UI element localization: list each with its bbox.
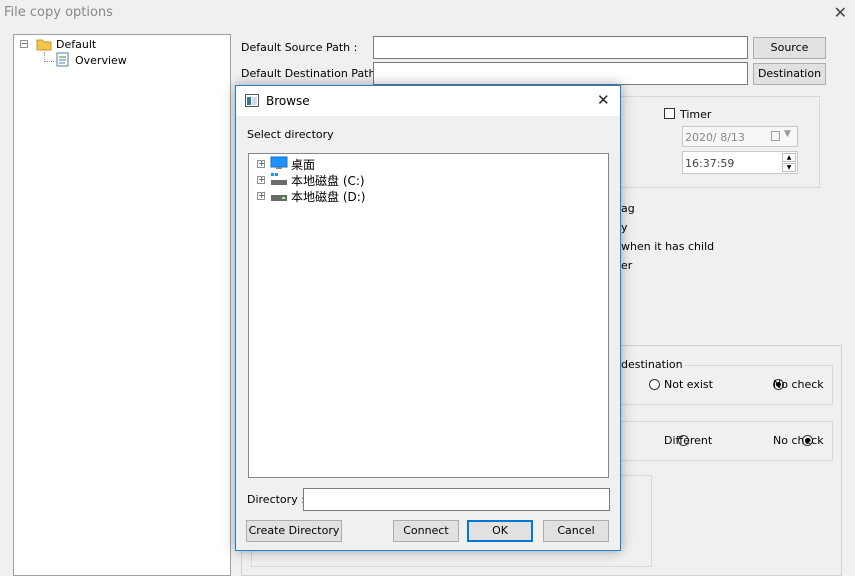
expand-icon[interactable]: + (257, 192, 265, 200)
desktop-icon (270, 156, 288, 169)
connect-button[interactable]: Connect (393, 520, 459, 542)
dropdown-arrow-icon[interactable]: ▼ (784, 129, 791, 139)
ok-button[interactable]: OK (467, 520, 533, 542)
spin-up-icon[interactable]: ▲ (782, 153, 796, 162)
window-close-icon[interactable]: ✕ (834, 3, 847, 22)
spin-down-icon[interactable]: ▼ (782, 163, 796, 172)
tree-item-drive-c[interactable]: 本地磁盘 (C:) (291, 172, 365, 189)
destination-path-label: Default Destination Path : (241, 67, 383, 80)
tree-item-desktop[interactable]: 桌面 (291, 156, 315, 173)
time-value: 16:37:59 (685, 157, 735, 170)
no-check-label: No check (773, 378, 824, 391)
tree-line (44, 61, 54, 63)
date-value: 2020/ 8/13 (685, 131, 745, 144)
not-exist-radio[interactable] (649, 379, 660, 390)
title-bar: File copy options ✕ (0, 0, 855, 26)
option-text-fragment: y (621, 221, 628, 234)
destination-group-title: destination (621, 358, 685, 371)
timer-checkbox[interactable] (664, 108, 675, 119)
tree-collapse-icon[interactable]: − (20, 40, 28, 48)
date-picker[interactable]: 2020/ 8/13 ▼ (682, 126, 798, 147)
source-button[interactable]: Source (753, 37, 826, 59)
destination-button[interactable]: Destination (753, 63, 826, 85)
option-text-fragment: ag (621, 202, 635, 215)
app-window-icon (245, 94, 259, 107)
window-title: File copy options (4, 5, 113, 20)
drive-d-icon (271, 195, 287, 201)
expand-icon[interactable]: + (257, 176, 265, 184)
directory-label: Directory : (247, 493, 305, 506)
dialog-title-bar: Browse ✕ (236, 86, 620, 116)
tree-item-overview[interactable]: Overview (75, 54, 127, 67)
dialog-close-icon[interactable]: ✕ (597, 91, 610, 109)
tree-item-drive-d[interactable]: 本地磁盘 (D:) (291, 188, 365, 205)
source-path-input[interactable] (373, 36, 748, 59)
select-directory-label: Select directory (247, 128, 334, 141)
timer-label: Timer (680, 108, 712, 121)
directory-tree[interactable]: + 桌面 + 本地磁盘 (C:) + 本地磁盘 (D:) (248, 153, 609, 478)
options-tree[interactable]: − Default Overview (13, 34, 231, 576)
no-check-label-2: No check (773, 434, 824, 447)
option-text-fragment: when it has child (621, 240, 715, 253)
calendar-icon[interactable] (771, 131, 780, 141)
folder-icon (36, 39, 52, 51)
cancel-button[interactable]: Cancel (543, 520, 609, 542)
destination-path-input[interactable] (373, 62, 748, 85)
time-picker[interactable]: 16:37:59 ▲ ▼ (682, 151, 798, 174)
dialog-title: Browse (266, 94, 310, 108)
create-directory-button[interactable]: Create Directory (246, 520, 342, 542)
directory-input[interactable] (303, 488, 610, 511)
expand-icon[interactable]: + (257, 160, 265, 168)
different-label: Different (664, 434, 713, 447)
source-path-label: Default Source Path : (241, 41, 358, 54)
browse-dialog: Browse ✕ Select directory + 桌面 + 本地磁盘 (C… (235, 85, 621, 551)
option-text-fragment: er (621, 259, 633, 272)
drive-c-icon (271, 173, 287, 185)
not-exist-label: Not exist (664, 378, 713, 391)
document-icon (56, 52, 69, 67)
tree-item-default[interactable]: Default (56, 38, 96, 51)
